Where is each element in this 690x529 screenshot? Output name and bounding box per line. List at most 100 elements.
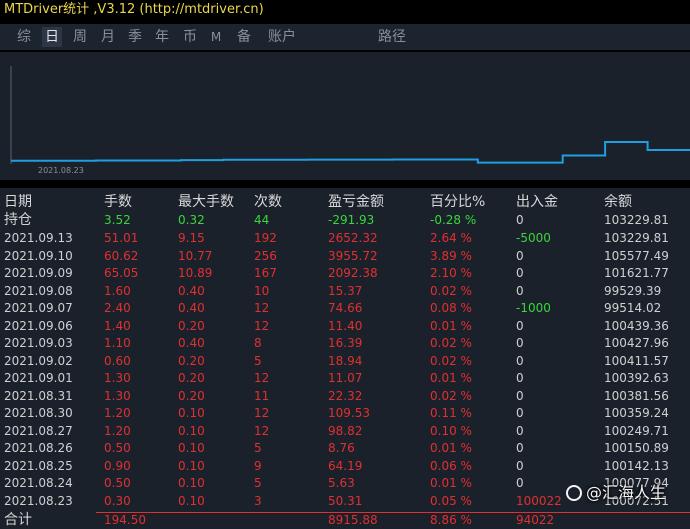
row-pnl: 8.76 [328,441,355,455]
row-balance: 100150.89 [604,441,669,455]
row-lots: 1.30 [104,371,131,385]
row-cash-flow: 0 [516,371,524,385]
row-max-lots: 0.10 [178,458,205,473]
total-cash-flow: 94022 [516,513,555,527]
balance-chart: 2021.08.23 [0,52,690,180]
row-max-lots: 0.20 [178,353,205,368]
row-balance: 100411.57 [604,353,669,368]
row-percent: 0.02 % [430,336,472,350]
tab-quarterly[interactable]: 季 [125,27,145,47]
row-balance: 100392.63 [604,371,669,385]
row-max-lots: 0.20 [178,318,205,333]
row-pnl: 5.63 [328,476,355,490]
row-date: 2021.09.02 [4,353,73,368]
row-lots: 1.30 [104,388,131,403]
row-percent: 0.05 % [430,493,472,508]
row-lots: 2.40 [104,301,131,315]
row-balance: 103229.81 [604,231,669,245]
row-date: 2021.08.23 [4,493,73,508]
row-date: 2021.09.07 [4,301,73,315]
row-count: 256 [254,248,277,263]
table-row: 2021.08.30 1.20 0.10 12 109.53 0.11 % 0 100359.… [0,405,690,422]
row-date: 2021.09.13 [4,231,73,245]
tab-notes[interactable]: 备 [234,27,254,47]
tab-weekly[interactable]: 周 [70,27,90,47]
row-pnl: 2092.38 [328,266,378,280]
holding-cash-flow: 0 [516,213,524,227]
table-row: 2021.09.01 1.30 0.20 12 11.07 0.01 % 0 100392.6… [0,370,690,387]
row-date: 2021.08.25 [4,458,73,473]
row-percent: 0.02 % [430,353,472,368]
header-percent: 百分比% [430,194,486,210]
row-count: 12 [254,406,270,420]
row-max-lots: 0.10 [178,441,205,455]
row-percent: 3.89 % [430,248,472,263]
row-lots: 0.60 [104,353,131,368]
row-count: 12 [254,318,270,333]
row-lots: 0.90 [104,458,131,473]
row-cash-flow: 0 [516,423,524,438]
table-row: 2021.08.26 0.50 0.10 5 8.76 0.01 % 0 100150.89 [0,440,690,457]
row-pnl: 16.39 [328,336,363,350]
row-max-lots: 10.77 [178,248,213,263]
holding-balance: 103229.81 [604,213,669,227]
row-pnl: 11.07 [328,371,363,385]
row-count: 192 [254,231,277,245]
row-lots: 65.05 [104,266,139,280]
tab-daily[interactable]: 日 [42,27,62,47]
row-max-lots: 0.10 [178,493,205,508]
holding-label: 持仓 [4,212,32,228]
row-date: 2021.09.08 [4,283,73,298]
row-date: 2021.08.27 [4,423,73,438]
holding-lots: 3.52 [104,213,131,227]
row-balance: 101621.77 [604,266,669,280]
row-pnl: 50.31 [328,493,363,508]
row-cash-flow: 0 [516,336,524,350]
total-row: 合计 194.50 8915.88 8.86 % 94022 [0,512,690,529]
header-cash-flow: 出入金 [516,194,558,210]
tab-monthly[interactable]: 月 [98,27,118,47]
row-max-lots: 0.10 [178,406,205,420]
tab-currency[interactable]: 币 [180,27,200,47]
row-date: 2021.08.26 [4,441,73,455]
row-pnl: 64.19 [328,458,363,473]
row-date: 2021.09.03 [4,336,73,350]
row-pnl: 11.40 [328,318,363,333]
row-count: 5 [254,353,262,368]
tab-yearly[interactable]: 年 [152,27,172,47]
table-row: 2021.09.09 65.05 10.89 167 2092.38 2.10 % 0 101… [0,265,690,282]
row-lots: 1.10 [104,336,131,350]
row-percent: 0.08 % [430,301,472,315]
row-percent: 0.01 % [430,476,472,490]
table-row: 2021.09.08 1.60 0.40 10 15.37 0.02 % 0 99529.39 [0,283,690,300]
total-lots: 194.50 [104,513,146,527]
chart-x-tick-label: 2021.08.23 [38,166,84,175]
row-max-lots: 10.89 [178,266,213,280]
row-pnl: 3955.72 [328,248,378,263]
row-percent: 0.06 % [430,458,472,473]
row-count: 10 [254,283,270,298]
row-max-lots: 0.40 [178,301,205,315]
row-cash-flow: 0 [516,283,524,298]
tab-account[interactable]: 账户 [265,27,299,47]
tab-bar: 综 日 周 月 季 年 币 M 备 账户 路径 [0,24,690,50]
tab-m[interactable]: M [208,27,224,47]
row-max-lots: 0.20 [178,388,205,403]
row-max-lots: 0.40 [178,336,205,350]
row-pnl: 15.37 [328,283,363,298]
row-balance: 99514.02 [604,301,662,315]
balance-line [11,141,690,164]
row-count: 167 [254,266,277,280]
tab-path[interactable]: 路径 [375,27,409,47]
row-lots: 0.30 [104,493,131,508]
row-date: 2021.08.31 [4,388,73,403]
row-count: 12 [254,423,270,438]
header-date: 日期 [4,194,32,210]
row-count: 5 [254,441,262,455]
tab-summary[interactable]: 综 [14,27,34,47]
row-cash-flow: -1000 [516,301,551,315]
row-percent: 0.02 % [430,283,472,298]
row-date: 2021.09.10 [4,248,73,263]
row-count: 9 [254,458,262,473]
row-count: 11 [254,388,270,403]
